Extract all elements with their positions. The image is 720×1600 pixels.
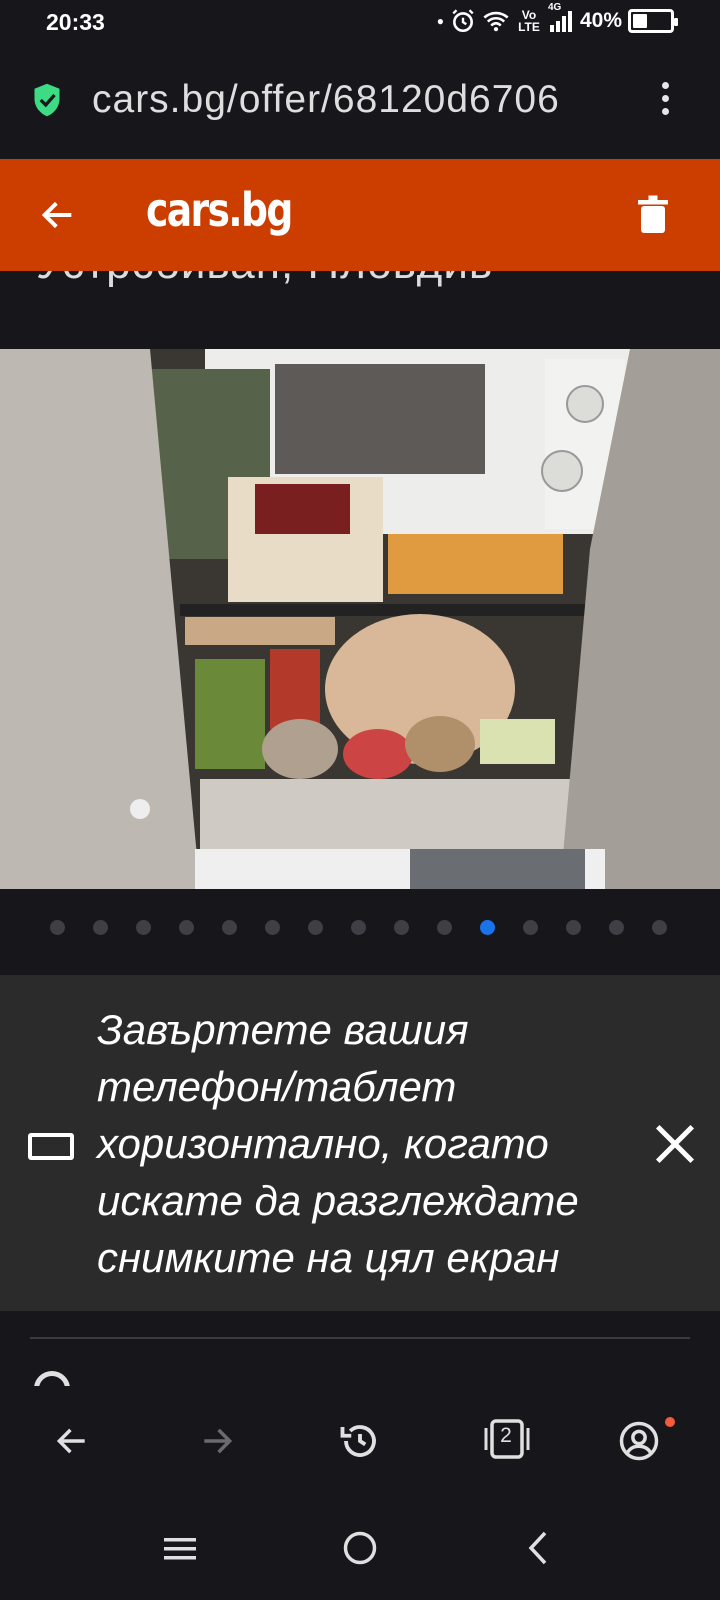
trash-icon[interactable] (638, 195, 668, 235)
system-nav-bar (0, 1500, 720, 1600)
site-logo[interactable]: cars.bg (146, 183, 293, 237)
status-time: 20:33 (46, 9, 105, 35)
gallery-dot[interactable] (136, 920, 151, 935)
alarm-icon (452, 9, 474, 33)
history-button[interactable] (335, 1416, 385, 1466)
browser-menu-button[interactable] (662, 82, 672, 121)
section-divider (30, 1337, 690, 1339)
notification-dot-icon: ● (436, 14, 444, 28)
close-icon[interactable] (652, 1121, 698, 1167)
site-header: cars.bg (0, 159, 720, 271)
gallery-dot[interactable] (179, 920, 194, 935)
system-back-icon[interactable] (526, 1530, 550, 1566)
gallery-dot[interactable] (523, 920, 538, 935)
gallery-dot[interactable] (480, 920, 495, 935)
search-icon (34, 1371, 70, 1386)
back-arrow-icon[interactable] (38, 195, 78, 235)
history-icon (340, 1425, 376, 1457)
tabs-button[interactable]: 2 (483, 1416, 530, 1462)
account-button[interactable] (614, 1416, 664, 1466)
recents-menu-icon[interactable] (164, 1536, 196, 1562)
url-field[interactable]: cars.bg/offer/68120d6706 (92, 78, 632, 122)
network-label: Vo LTE (518, 8, 540, 34)
browser-url-bar: cars.bg/offer/68120d6706 (0, 48, 720, 156)
gallery-dot[interactable] (222, 920, 237, 935)
rotate-device-banner: Завъртете вашия телефон/таблет хоризонта… (0, 975, 720, 1311)
gallery-dot[interactable] (437, 920, 452, 935)
gallery-dot[interactable] (394, 920, 409, 935)
wifi-icon (483, 11, 509, 32)
status-icons: ● Vo LTE 4G 40% (436, 2, 678, 34)
arrow-right-icon (204, 1428, 233, 1454)
gallery-pagination (50, 920, 667, 935)
browser-toolbar: 2 (0, 1386, 720, 1500)
listing-content: Устрсбиван, Пловдив (0, 271, 720, 1386)
landscape-device-icon (28, 1133, 74, 1160)
browser-back-button[interactable] (47, 1416, 97, 1466)
browser-forward-button[interactable] (192, 1416, 242, 1466)
photo-illustration (0, 349, 720, 889)
rotate-banner-message: Завъртете вашия телефон/таблет хоризонта… (97, 1006, 579, 1281)
gallery-dot[interactable] (265, 920, 280, 935)
tab-count: 2 (500, 1424, 512, 1447)
gallery-dot[interactable] (351, 920, 366, 935)
gallery-dot[interactable] (308, 920, 323, 935)
status-bar: 20:33 ● Vo LTE 4G 40% (0, 0, 720, 48)
account-icon (619, 1421, 659, 1461)
battery-level-fill (633, 14, 647, 28)
notification-badge (665, 1417, 675, 1427)
listing-photo[interactable] (0, 349, 720, 889)
gallery-dot[interactable] (609, 920, 624, 935)
battery-icon (628, 9, 678, 33)
gallery-dot[interactable] (50, 920, 65, 935)
gallery-dot[interactable] (93, 920, 108, 935)
signal-icon: 4G (548, 2, 574, 33)
listing-location: Устрсбиван, Пловдив (36, 271, 493, 289)
home-icon[interactable] (342, 1530, 378, 1566)
shield-check-icon[interactable] (32, 82, 62, 118)
battery-percent: 40% (579, 9, 622, 32)
gallery-dot[interactable] (566, 920, 581, 935)
gallery-dot[interactable] (652, 920, 667, 935)
arrow-left-icon (56, 1428, 85, 1454)
